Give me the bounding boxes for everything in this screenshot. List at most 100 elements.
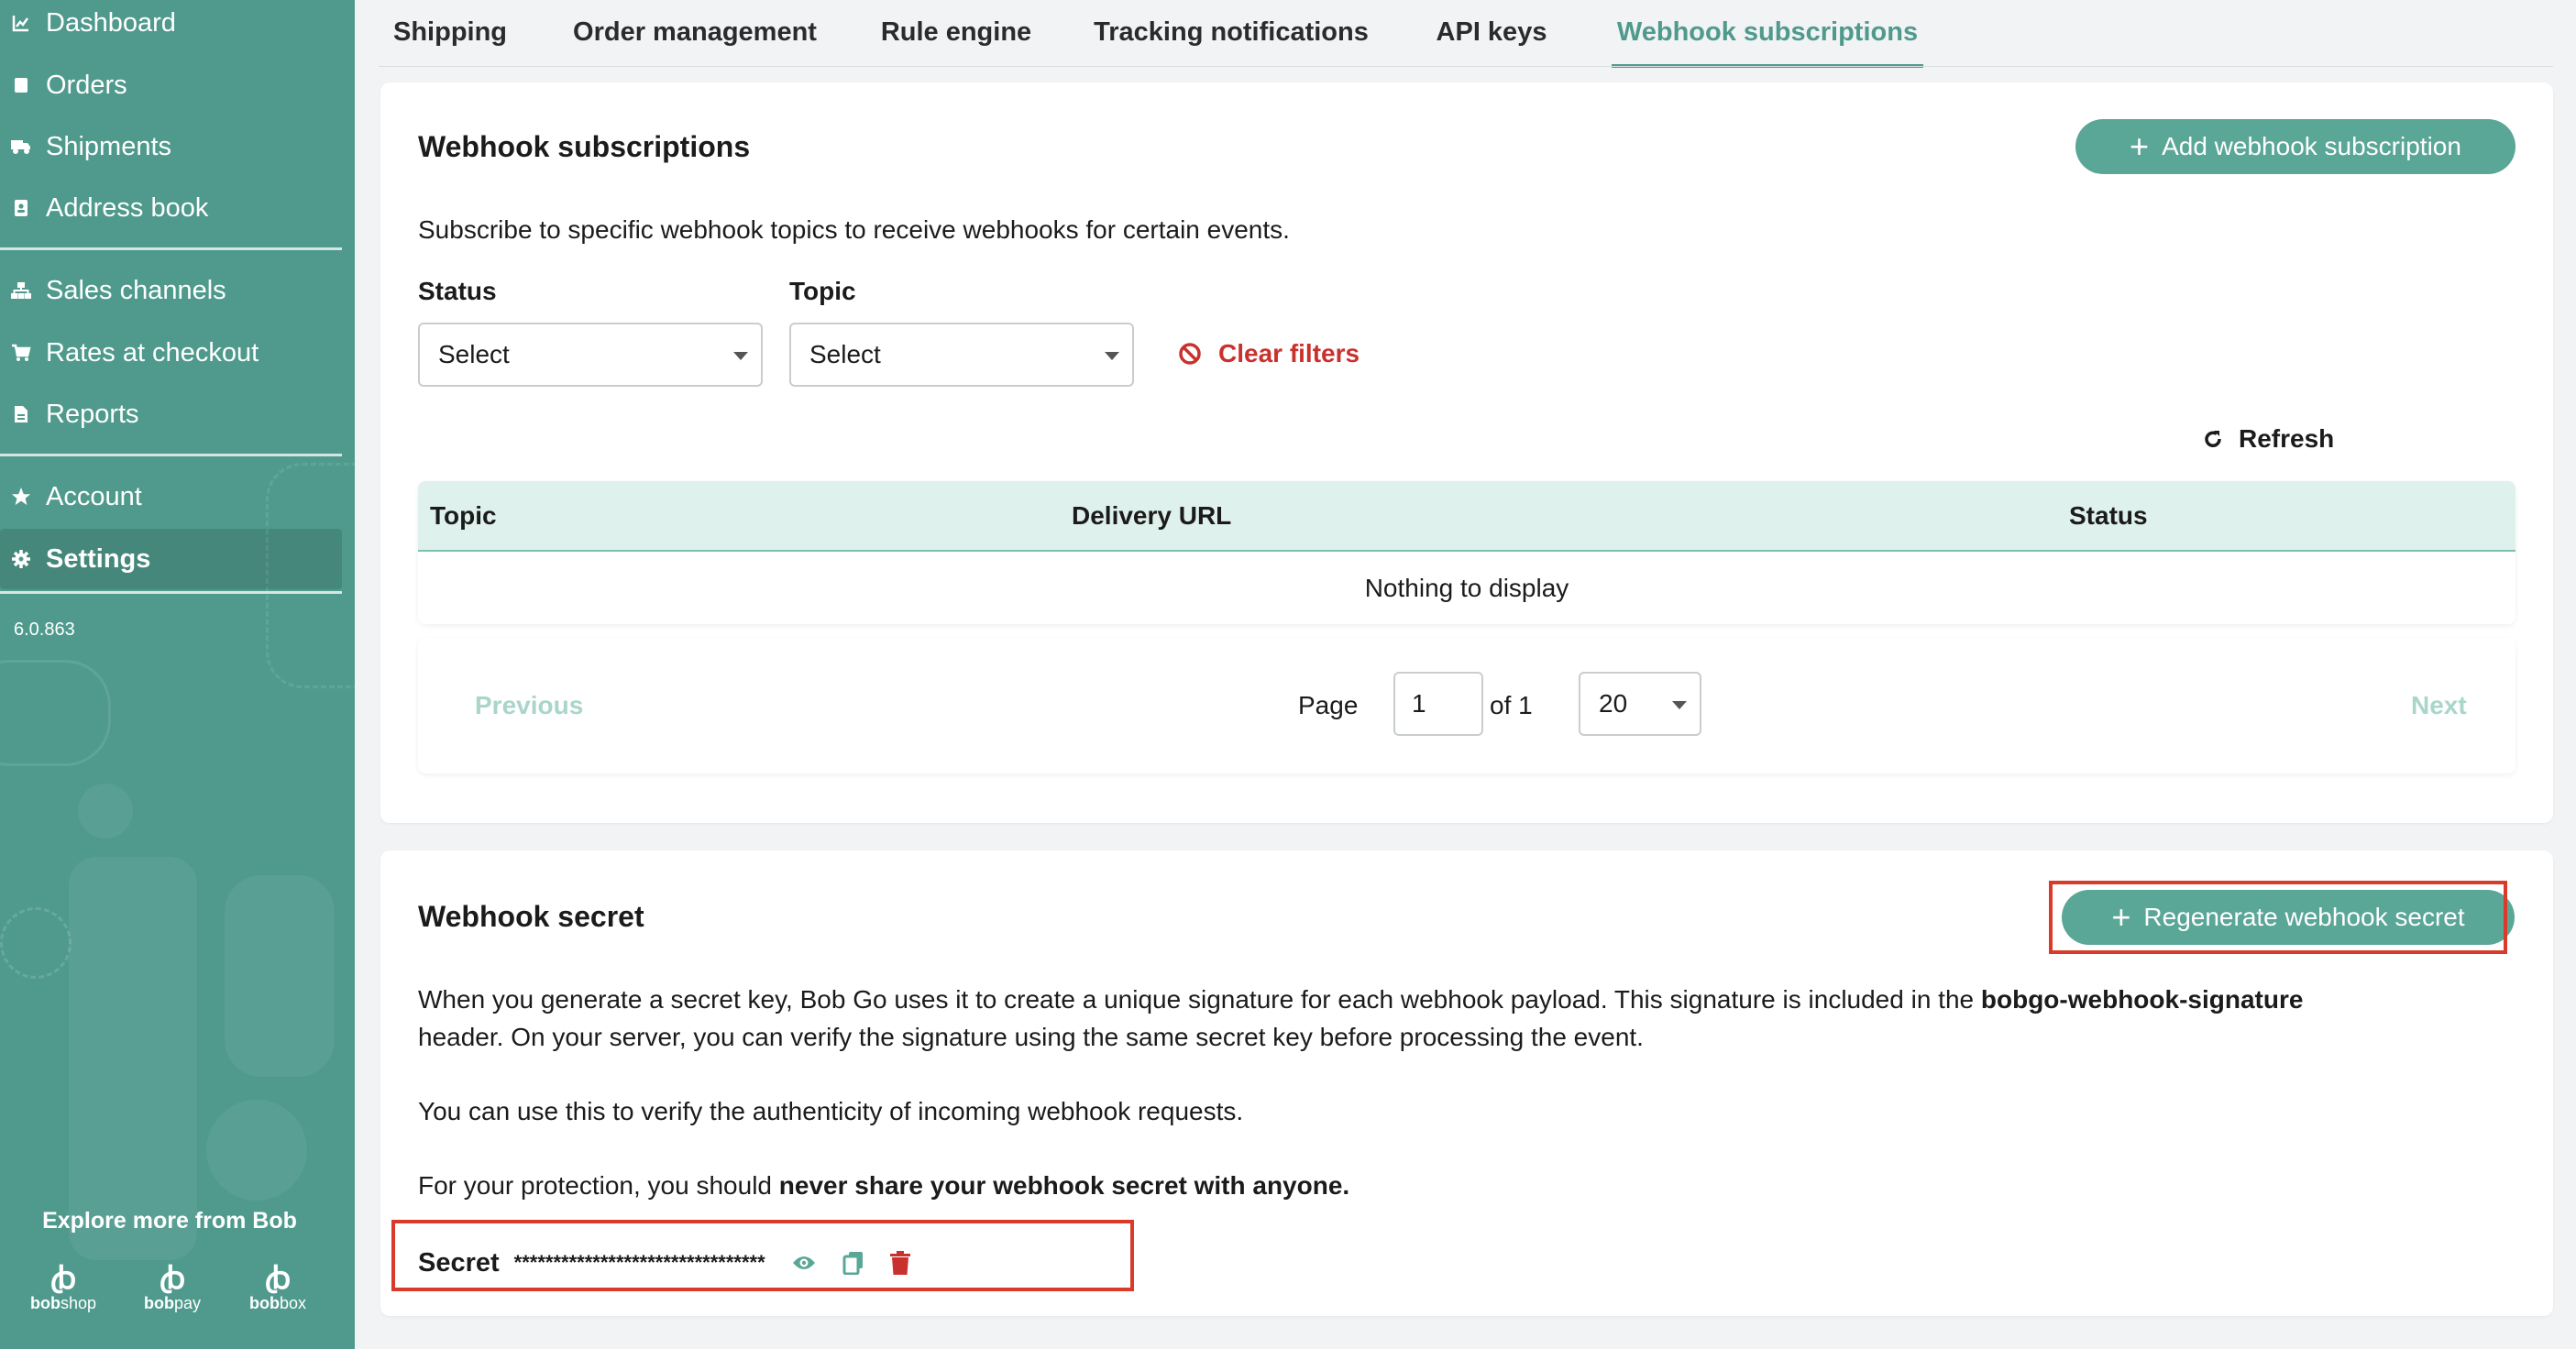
- ban-icon: [1179, 343, 1201, 365]
- sidebar-item-shipments[interactable]: Shipments: [0, 116, 342, 177]
- sidebar-item-label: Reports: [46, 399, 139, 429]
- tab-webhook-subscriptions[interactable]: Webhook subscriptions: [1612, 0, 1923, 68]
- decor-shape: [0, 907, 72, 979]
- brand-prefix: bob: [29, 1294, 61, 1312]
- description-text: For your protection, you should: [418, 1171, 779, 1200]
- description-text: When you generate a secret key, Bob Go u…: [418, 985, 1981, 1014]
- sidebar-item-settings[interactable]: Settings: [0, 529, 342, 589]
- protection-note: For your protection, you should never sh…: [418, 1167, 1349, 1204]
- add-webhook-subscription-button[interactable]: + Add webhook subscription: [2075, 119, 2515, 174]
- app-version: 6.0.863: [14, 620, 75, 640]
- tab-api-keys[interactable]: API keys: [1423, 0, 1560, 64]
- sidebar-item-orders[interactable]: Orders: [0, 55, 342, 115]
- brand-prefix: bob: [143, 1294, 174, 1312]
- bobbox-logo-icon: ꞗ: [264, 1261, 292, 1296]
- decor-shape: [78, 784, 133, 839]
- sidebar-item-account[interactable]: Account: [0, 466, 342, 527]
- button-label: Refresh: [2239, 424, 2335, 453]
- sidebar-divider: [0, 591, 342, 594]
- sidebar-item-label: Orders: [46, 70, 127, 100]
- star-icon: [11, 487, 31, 507]
- select-value: 20: [1599, 689, 1628, 718]
- decor-shape: [69, 857, 197, 1260]
- sidebar-item-sales-channels[interactable]: Sales channels: [0, 260, 342, 321]
- button-label: Add webhook subscription: [2162, 132, 2461, 160]
- sidebar-item-label: Rates at checkout: [46, 337, 259, 367]
- tab-order-management[interactable]: Order management: [562, 0, 828, 64]
- file-icon: [11, 404, 31, 424]
- sidebar: Dashboard Orders Shipments Address book …: [0, 0, 355, 1349]
- tab-tracking-notifications[interactable]: Tracking notifications: [1084, 0, 1378, 64]
- chevron-down-icon: [733, 352, 748, 360]
- sidebar-item-address-book[interactable]: Address book: [0, 178, 342, 238]
- status-filter-select[interactable]: Select: [418, 323, 763, 387]
- brand-suffix: shop: [60, 1294, 97, 1312]
- truck-icon: [11, 137, 31, 157]
- tabs-divider: [379, 66, 2553, 67]
- cart-icon: [11, 343, 31, 363]
- decor-shape: [0, 660, 111, 766]
- webhook-subscriptions-card: Webhook subscriptions + Add webhook subs…: [380, 82, 2553, 823]
- topic-filter-label: Topic: [789, 277, 856, 305]
- brand-suffix: box: [279, 1294, 307, 1312]
- decor-shape: [206, 1100, 307, 1201]
- sidebar-item-label: Shipments: [46, 131, 172, 161]
- tab-shipping[interactable]: Shipping: [383, 0, 517, 64]
- webhook-secret-card: Webhook secret + Regenerate webhook secr…: [380, 850, 2553, 1316]
- page-size-select[interactable]: 20: [1579, 672, 1701, 736]
- pagination: Previous Page 1 of 1 20 Next: [418, 638, 2515, 773]
- bobpay-link[interactable]: ꞗ bobpay: [131, 1263, 214, 1313]
- page-number-value: 1: [1412, 689, 1426, 718]
- sidebar-item-label: Account: [46, 481, 142, 511]
- sidebar-item-reports[interactable]: Reports: [0, 384, 342, 444]
- highlight-box: [2049, 881, 2507, 954]
- gear-icon: [11, 549, 31, 569]
- select-value: Select: [809, 340, 881, 368]
- column-header-topic[interactable]: Topic: [430, 481, 497, 550]
- explore-title: Explore more from Bob: [42, 1208, 297, 1234]
- tab-rule-engine[interactable]: Rule engine: [873, 0, 1040, 64]
- bobbox-link[interactable]: ꞗ bobbox: [237, 1263, 319, 1313]
- section-description: Subscribe to specific webhook topics to …: [418, 215, 1290, 244]
- section-title: Webhook subscriptions: [418, 130, 751, 163]
- sidebar-item-label: Dashboard: [46, 7, 176, 38]
- table-header: Topic Delivery URL Status: [418, 481, 2515, 552]
- box-icon: [11, 75, 31, 95]
- bobshop-logo-icon: ꞗ: [50, 1261, 77, 1296]
- topic-filter-select[interactable]: Select: [789, 323, 1134, 387]
- subscriptions-table: Topic Delivery URL Status Nothing to dis…: [418, 481, 2515, 624]
- bobshop-link[interactable]: ꞗ bobshop: [22, 1263, 105, 1313]
- brand-suffix: pay: [173, 1294, 202, 1312]
- next-page-button[interactable]: Next: [2411, 638, 2467, 773]
- plus-icon: +: [2130, 127, 2150, 165]
- description-text: header. On your server, you can verify t…: [418, 1023, 1644, 1051]
- address-book-icon: [11, 198, 31, 218]
- previous-page-button[interactable]: Previous: [475, 638, 583, 773]
- sidebar-item-label: Address book: [46, 192, 209, 223]
- warning-text: never share your webhook secret with any…: [778, 1171, 1350, 1200]
- sidebar-item-label: Settings: [46, 543, 151, 574]
- sidebar-item-rates-at-checkout[interactable]: Rates at checkout: [0, 323, 342, 383]
- signature-header-name: bobgo-webhook-signature: [1980, 985, 2304, 1014]
- empty-state-text: Nothing to display: [1364, 573, 1569, 602]
- status-filter-label: Status: [418, 277, 497, 305]
- refresh-icon: [2205, 431, 2221, 447]
- sitemap-icon: [11, 280, 31, 301]
- column-header-status[interactable]: Status: [2069, 481, 2148, 550]
- sidebar-item-dashboard[interactable]: Dashboard: [0, 0, 342, 53]
- sidebar-divider: [0, 454, 342, 456]
- sidebar-divider: [0, 247, 342, 250]
- column-header-delivery-url[interactable]: Delivery URL: [1072, 481, 1231, 550]
- secret-description: When you generate a secret key, Bob Go u…: [418, 981, 2517, 1056]
- chevron-down-icon: [1672, 701, 1687, 709]
- brand-prefix: bob: [248, 1294, 280, 1312]
- button-label: Clear filters: [1218, 339, 1360, 367]
- refresh-button[interactable]: Refresh: [2202, 424, 2334, 454]
- clear-filters-button[interactable]: Clear filters: [1178, 339, 1360, 368]
- page-number-input[interactable]: 1: [1393, 672, 1483, 736]
- settings-tabs: Shipping Order management Rule engine Tr…: [355, 0, 2576, 68]
- bobpay-logo-icon: ꞗ: [159, 1261, 186, 1296]
- chevron-down-icon: [1105, 352, 1119, 360]
- highlight-box: [391, 1220, 1134, 1291]
- authenticity-note: You can use this to verify the authentic…: [418, 1097, 1244, 1125]
